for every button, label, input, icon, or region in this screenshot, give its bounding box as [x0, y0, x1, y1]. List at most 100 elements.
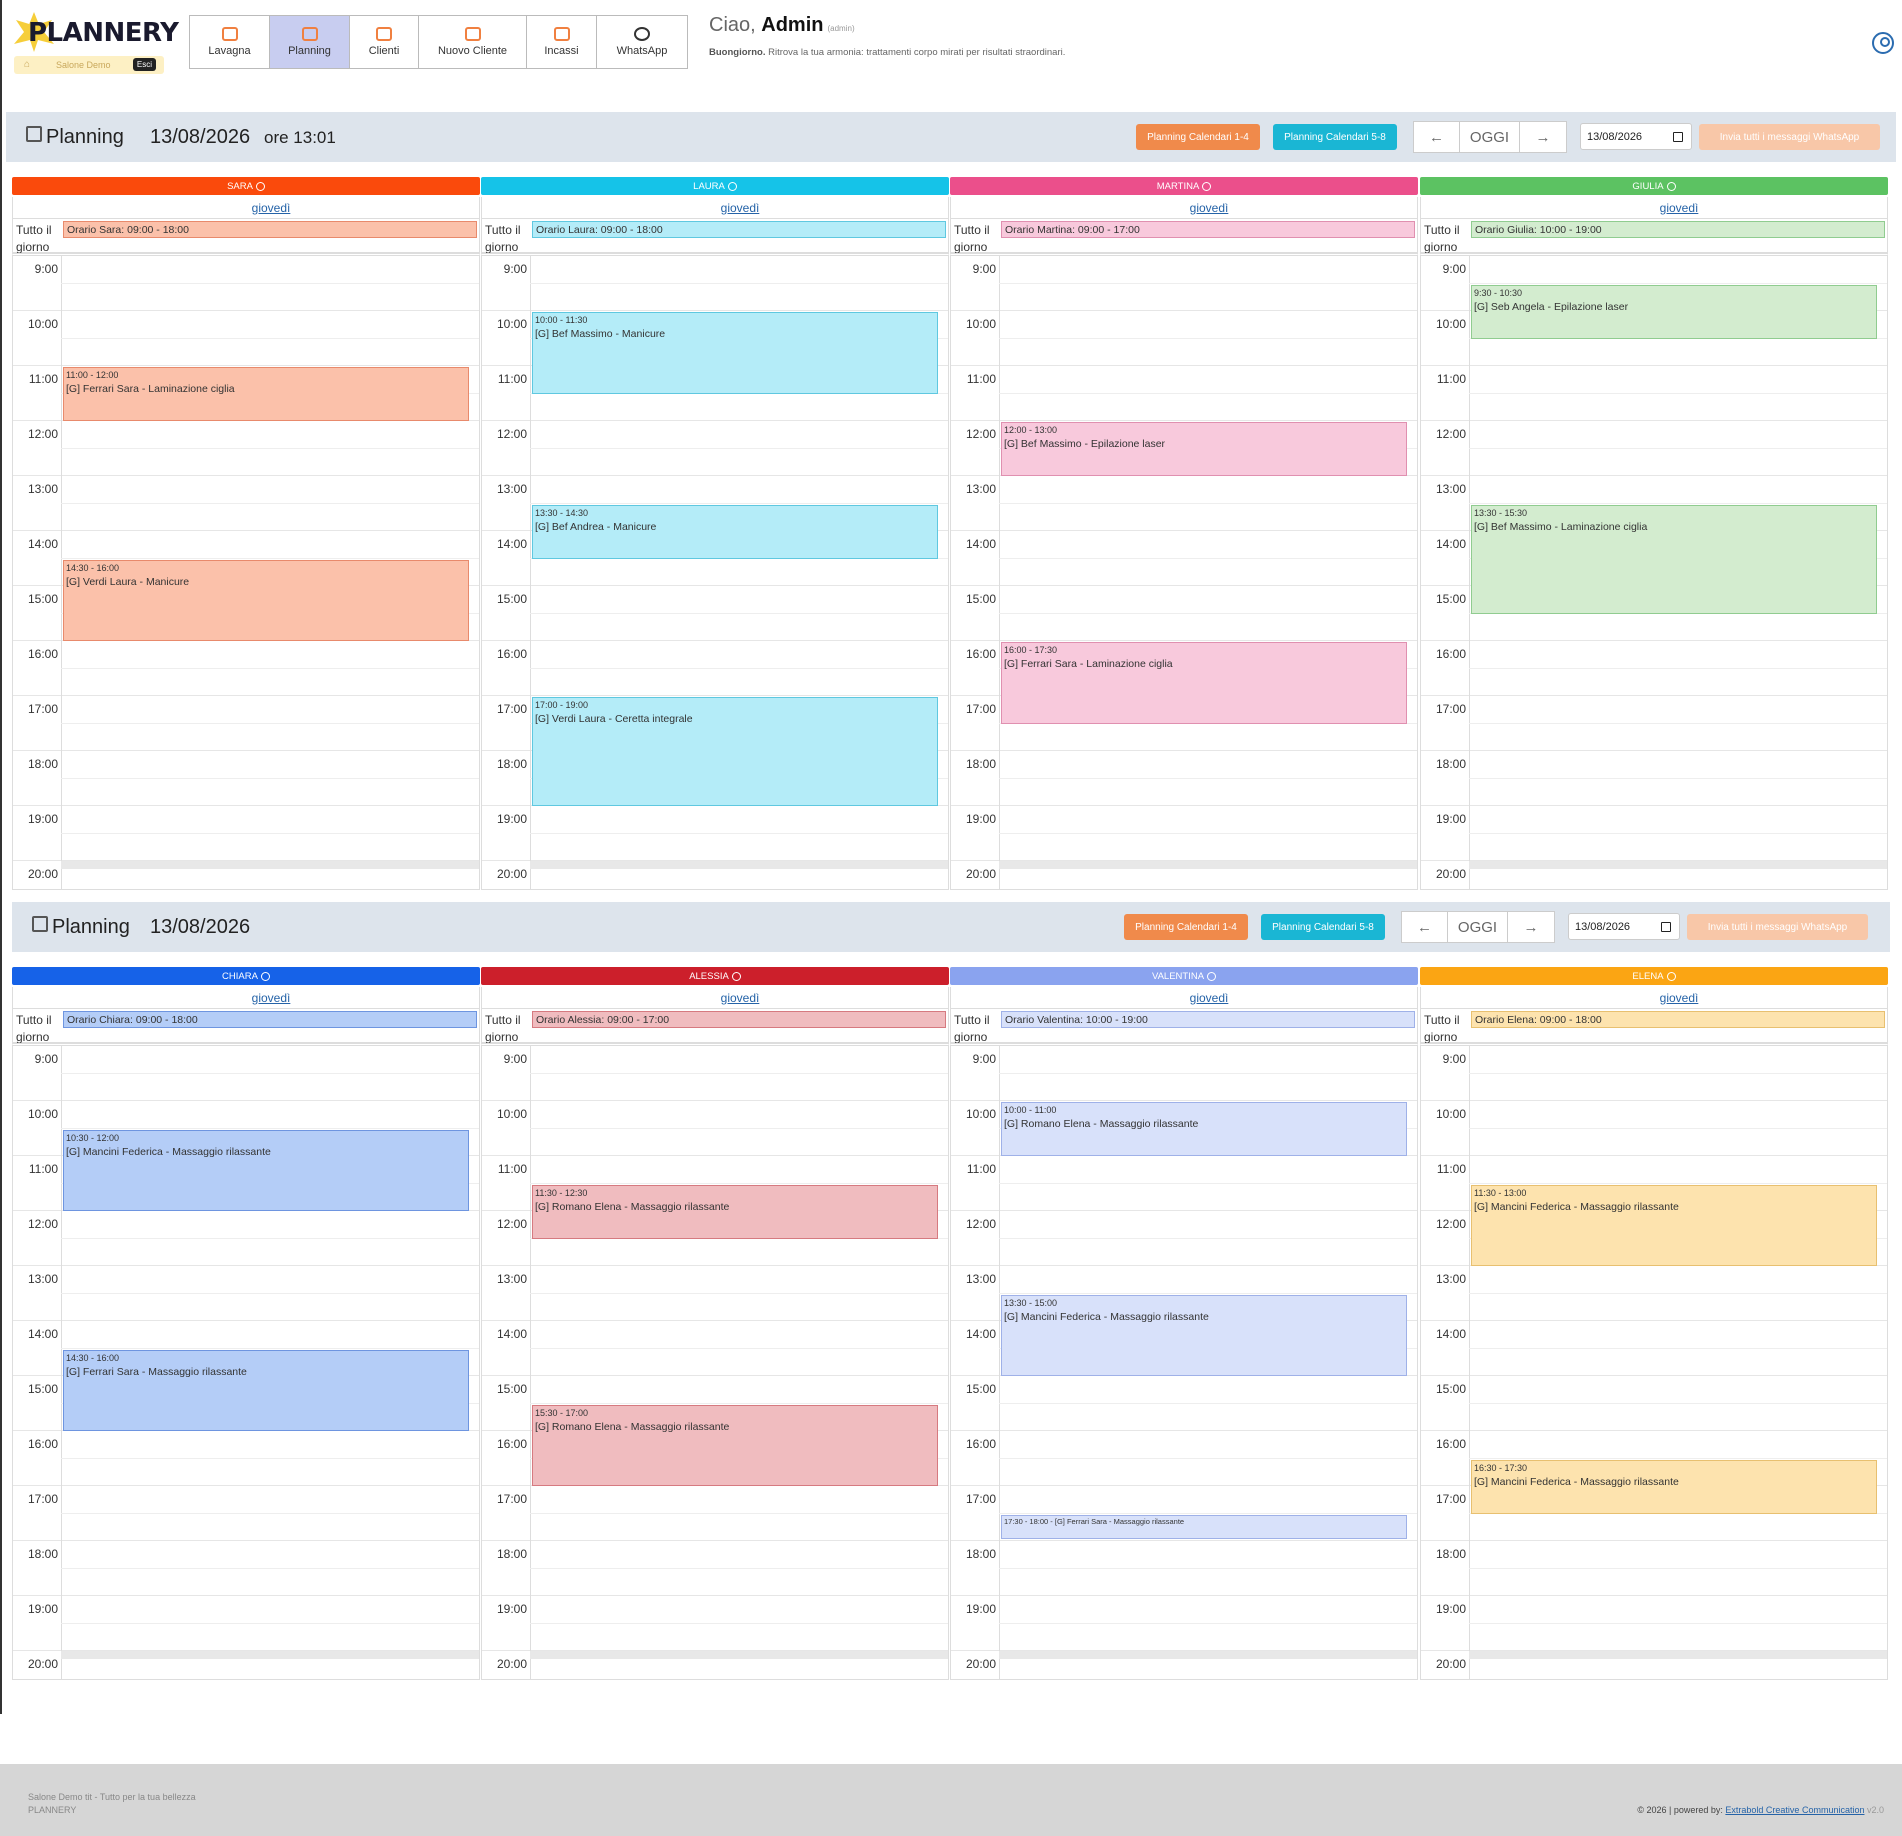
footer-link[interactable]: Extrabold Creative Communication: [1725, 1805, 1864, 1815]
hour-row[interactable]: 20:00: [13, 1651, 479, 1680]
day-link[interactable]: giovedì: [12, 197, 480, 219]
nav-lavagna-button[interactable]: Lavagna: [189, 15, 270, 69]
hour-row[interactable]: 10:00: [13, 311, 479, 366]
schedule-bar[interactable]: Orario Chiara: 09:00 - 18:00: [63, 1011, 477, 1028]
hour-row[interactable]: 16:00: [13, 641, 479, 696]
day-link[interactable]: giovedì: [950, 987, 1418, 1009]
hour-row[interactable]: 9:00: [482, 1046, 948, 1101]
nav-clienti-button[interactable]: Clienti: [349, 15, 419, 69]
hour-row[interactable]: 20:00: [13, 861, 479, 890]
hour-row[interactable]: 11:00: [1421, 366, 1887, 421]
staff-header[interactable]: VALENTINA: [950, 967, 1418, 985]
hour-row[interactable]: 15:00: [1421, 1376, 1887, 1431]
day-link[interactable]: giovedì: [12, 987, 480, 1009]
hour-row[interactable]: 19:00: [13, 1596, 479, 1651]
hour-row[interactable]: 17:00: [482, 1486, 948, 1541]
date-input[interactable]: 13/08/2026: [1568, 913, 1680, 940]
appointment[interactable]: 13:30 - 15:30 [G] Bef Massimo - Laminazio…: [1471, 504, 1877, 614]
hour-row[interactable]: 17:00: [1421, 696, 1887, 751]
hour-row[interactable]: 13:00: [13, 1266, 479, 1321]
hour-row[interactable]: 19:00: [13, 806, 479, 861]
prev-day-button[interactable]: ←: [1414, 122, 1460, 152]
appointment[interactable]: 14:30 - 16:00 [G] Ferrari Sara - Massaggi…: [63, 1349, 469, 1431]
hour-row[interactable]: 10:00: [951, 311, 1417, 366]
staff-header[interactable]: ALESSIA: [481, 967, 949, 985]
user-account-icon[interactable]: [1872, 32, 1894, 54]
appointment[interactable]: 13:30 - 14:30 [G] Bef Andrea - Manicure: [532, 504, 938, 559]
schedule-bar[interactable]: Orario Alessia: 09:00 - 17:00: [532, 1011, 946, 1028]
staff-header[interactable]: CHIARA: [12, 967, 480, 985]
appointment[interactable]: 10:30 - 12:00 [G] Mancini Federica - Mass…: [63, 1129, 469, 1211]
hour-row[interactable]: 19:00: [1421, 806, 1887, 861]
next-day-button[interactable]: →: [1520, 122, 1566, 152]
hour-row[interactable]: 14:00: [1421, 1321, 1887, 1376]
hour-row[interactable]: 20:00: [951, 1651, 1417, 1680]
today-button[interactable]: OGGI: [1448, 912, 1508, 942]
appointment[interactable]: 17:00 - 19:00 [G] Verdi Laura - Ceretta i…: [532, 697, 938, 806]
hour-row[interactable]: 20:00: [1421, 1651, 1887, 1680]
prev-day-button[interactable]: ←: [1402, 912, 1448, 942]
hour-row[interactable]: 18:00: [1421, 1541, 1887, 1596]
day-link[interactable]: giovedì: [481, 987, 949, 1009]
staff-header[interactable]: MARTINA: [950, 177, 1418, 195]
appointment[interactable]: 11:00 - 12:00 [G] Ferrari Sara - Laminazi…: [63, 367, 469, 421]
hour-row[interactable]: 16:00: [1421, 641, 1887, 696]
hour-row[interactable]: 18:00: [13, 1541, 479, 1596]
hour-row[interactable]: 15:00: [951, 1376, 1417, 1431]
date-input[interactable]: 13/08/2026: [1580, 123, 1692, 150]
appointment[interactable]: 15:30 - 17:00 [G] Romano Elena - Massaggi…: [532, 1404, 938, 1486]
appointment[interactable]: 14:30 - 16:00 [G] Verdi Laura - Manicure: [63, 559, 469, 641]
hour-row[interactable]: 20:00: [482, 861, 948, 890]
schedule-bar[interactable]: Orario Giulia: 10:00 - 19:00: [1471, 221, 1885, 238]
hour-row[interactable]: 12:00: [482, 421, 948, 476]
planning-calendars-5-8-button[interactable]: Planning Calendari 5-8: [1261, 914, 1385, 940]
hour-row[interactable]: 13:00: [482, 1266, 948, 1321]
day-link[interactable]: giovedì: [481, 197, 949, 219]
schedule-bar[interactable]: Orario Valentina: 10:00 - 19:00: [1001, 1011, 1415, 1028]
appointment[interactable]: 10:00 - 11:30 [G] Bef Massimo - Manicure: [532, 312, 938, 394]
hour-row[interactable]: 18:00: [482, 1541, 948, 1596]
hour-row[interactable]: 20:00: [482, 1651, 948, 1680]
hour-row[interactable]: 16:00: [951, 1431, 1417, 1486]
send-whatsapp-all-button[interactable]: Invia tutti i messaggi WhatsApp: [1699, 124, 1880, 150]
hour-row[interactable]: 18:00: [1421, 751, 1887, 806]
hour-row[interactable]: 19:00: [482, 806, 948, 861]
hour-row[interactable]: 12:00: [13, 421, 479, 476]
nav-nuovo-cliente-button[interactable]: Nuovo Cliente: [418, 15, 527, 69]
appointment[interactable]: 13:30 - 15:00 [G] Mancini Federica - Mass…: [1001, 1294, 1407, 1376]
planning-calendars-1-4-button[interactable]: Planning Calendari 1-4: [1124, 914, 1248, 940]
schedule-bar[interactable]: Orario Elena: 09:00 - 18:00: [1471, 1011, 1885, 1028]
logo[interactable]: PLANNERY ⌂ Salone Demo Esci: [14, 12, 179, 74]
hour-row[interactable]: 14:00: [951, 531, 1417, 586]
hour-row[interactable]: 9:00: [13, 1046, 479, 1101]
send-whatsapp-all-button[interactable]: Invia tutti i messaggi WhatsApp: [1687, 914, 1868, 940]
logout-button[interactable]: Esci: [132, 58, 156, 71]
staff-header[interactable]: ELENA: [1420, 967, 1888, 985]
hour-row[interactable]: 18:00: [951, 1541, 1417, 1596]
hour-row[interactable]: 16:00: [482, 641, 948, 696]
hour-row[interactable]: 9:00: [1421, 1046, 1887, 1101]
hour-row[interactable]: 19:00: [951, 806, 1417, 861]
day-link[interactable]: giovedì: [1420, 197, 1888, 219]
appointment[interactable]: 9:30 - 10:30 [G] Seb Angela - Epilazione …: [1471, 284, 1877, 339]
hour-row[interactable]: 9:00: [951, 1046, 1417, 1101]
planning-calendars-5-8-button[interactable]: Planning Calendari 5-8: [1273, 124, 1397, 150]
hour-row[interactable]: 9:00: [13, 256, 479, 311]
appointment[interactable]: 10:00 - 11:00 [G] Romano Elena - Massaggi…: [1001, 1102, 1407, 1156]
hour-row[interactable]: 19:00: [1421, 1596, 1887, 1651]
staff-header[interactable]: SARA: [12, 177, 480, 195]
hour-row[interactable]: 14:00: [482, 1321, 948, 1376]
hour-row[interactable]: 19:00: [951, 1596, 1417, 1651]
nav-whatsapp-button[interactable]: WhatsApp: [596, 15, 688, 69]
hour-row[interactable]: 19:00: [482, 1596, 948, 1651]
schedule-bar[interactable]: Orario Sara: 09:00 - 18:00: [63, 221, 477, 238]
hour-row[interactable]: 13:00: [13, 476, 479, 531]
appointment[interactable]: 17:30 - 18:00 - [G] Ferrari Sara - Massa…: [1001, 1514, 1407, 1539]
schedule-bar[interactable]: Orario Martina: 09:00 - 17:00: [1001, 221, 1415, 238]
hour-row[interactable]: 11:00: [951, 366, 1417, 421]
hour-row[interactable]: 18:00: [13, 751, 479, 806]
next-day-button[interactable]: →: [1508, 912, 1554, 942]
day-link[interactable]: giovedì: [950, 197, 1418, 219]
hour-row[interactable]: 13:00: [951, 476, 1417, 531]
hour-row[interactable]: 9:00: [951, 256, 1417, 311]
